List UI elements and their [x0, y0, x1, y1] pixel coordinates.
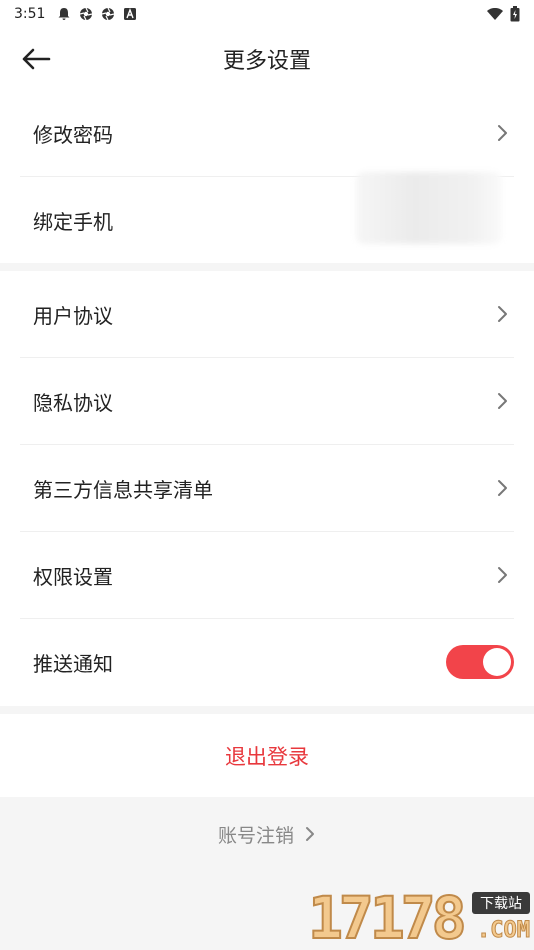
chevron-right-icon — [498, 125, 507, 141]
back-button[interactable] — [18, 42, 54, 76]
privacy-agreement-row[interactable]: 隐私协议 — [20, 358, 514, 445]
watermark-digits: 17178 — [307, 884, 468, 950]
change-password-label: 修改密码 — [33, 122, 113, 147]
user-agreement-row[interactable]: 用户协议 — [20, 271, 514, 358]
change-password-row[interactable]: 修改密码 — [20, 90, 514, 177]
redacted-phone-number — [356, 172, 502, 244]
permission-settings-label: 权限设置 — [33, 564, 113, 589]
cancel-account-link[interactable]: 账号注销 — [0, 814, 534, 854]
bell-icon — [58, 8, 70, 20]
privacy-settings-group: 用户协议 隐私协议 第三方信息共享清单 权限设置 推送通知 — [0, 271, 534, 706]
privacy-agreement-label: 隐私协议 — [33, 390, 113, 415]
watermark: 17178 下载站 .COM — [307, 884, 534, 950]
chevron-right-icon — [306, 827, 314, 841]
push-notification-toggle[interactable] — [446, 645, 514, 679]
wifi-icon — [487, 8, 503, 20]
a-badge-icon — [124, 8, 137, 20]
logout-section: 退出登录 — [0, 714, 534, 797]
status-time: 3:51 — [14, 6, 46, 22]
app-bar: 更多设置 — [0, 28, 534, 90]
permission-settings-row[interactable]: 权限设置 — [20, 532, 514, 619]
chevron-right-icon — [498, 480, 507, 496]
toggle-knob — [483, 648, 511, 676]
status-bar: 3:51 — [0, 0, 534, 28]
chevron-right-icon — [498, 306, 507, 322]
cancel-account-label: 账号注销 — [217, 824, 294, 847]
watermark-tag: 下载站 — [472, 892, 530, 914]
push-notification-row: 推送通知 — [20, 619, 514, 706]
user-agreement-label: 用户协议 — [33, 303, 113, 328]
bind-phone-label: 绑定手机 — [33, 210, 113, 234]
push-notification-label: 推送通知 — [33, 652, 113, 676]
status-left: 3:51 — [14, 6, 137, 22]
status-right — [486, 6, 520, 22]
chevron-right-icon — [498, 567, 507, 583]
aperture-icon — [102, 7, 115, 21]
arrow-left-icon — [22, 48, 51, 70]
battery-icon — [510, 6, 520, 22]
chevron-right-icon — [498, 393, 507, 409]
third-party-sharing-label: 第三方信息共享清单 — [33, 477, 213, 502]
logout-button[interactable]: 退出登录 — [225, 741, 309, 771]
page-title: 更多设置 — [222, 49, 311, 74]
third-party-sharing-row[interactable]: 第三方信息共享清单 — [20, 445, 514, 532]
aperture-icon — [80, 7, 93, 21]
watermark-domain: .COM — [477, 918, 531, 944]
